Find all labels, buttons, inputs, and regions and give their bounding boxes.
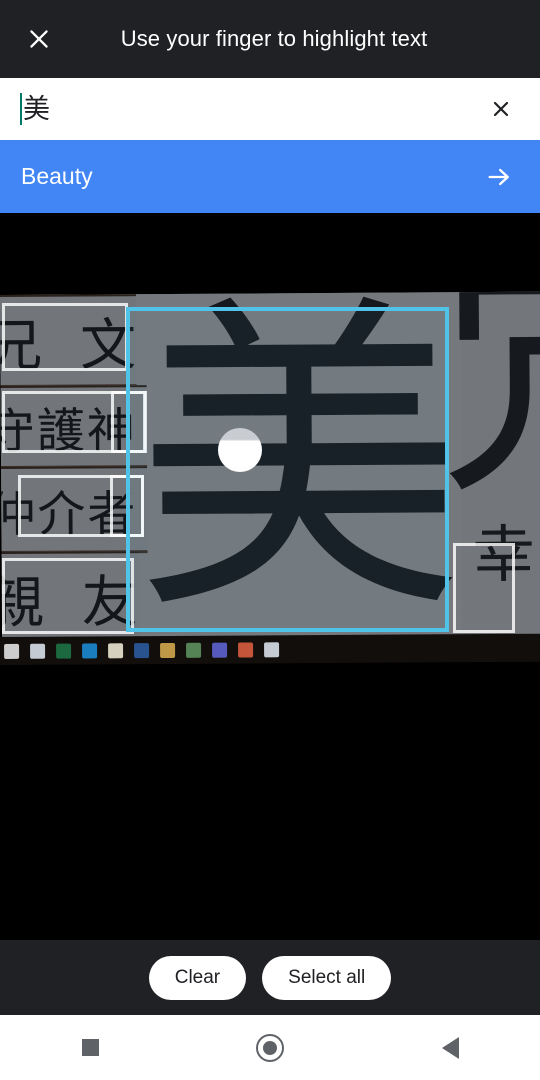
arrow-right-icon <box>488 168 509 185</box>
back-button[interactable] <box>360 1015 540 1080</box>
app-icon-onenote <box>186 642 202 658</box>
app-icon-1 <box>4 643 20 659</box>
source-text-row: 美 <box>0 78 540 140</box>
text-strip-2: 守護神 <box>0 385 148 470</box>
right-character: 冗 <box>438 291 540 529</box>
translation-result-bar[interactable]: Beauty <box>0 140 540 213</box>
touch-point-indicator <box>218 428 262 472</box>
source-text-value: 美 <box>23 93 50 125</box>
app-icon-11 <box>264 641 280 657</box>
clear-button[interactable]: Clear <box>148 955 247 1000</box>
app-icon-edge <box>82 642 98 658</box>
camera-viewport[interactable]: 美 冗 幸 兄 文 守護神 仲介者 親 友 <box>0 213 540 940</box>
circle-icon <box>256 1033 284 1062</box>
app-icon-excel <box>56 643 72 659</box>
text-strip-4: 親 友 <box>0 551 141 643</box>
clear-input-button[interactable] <box>470 78 532 140</box>
text-selection-box[interactable] <box>126 307 449 632</box>
triangle-left-icon <box>441 1036 459 1059</box>
text-caret <box>20 93 22 125</box>
square-icon <box>81 1039 99 1056</box>
translate-camera-screen: Use your finger to highlight text 美 Beau… <box>0 0 540 1080</box>
close-icon <box>493 101 509 117</box>
app-icon-5 <box>108 642 124 658</box>
recents-button[interactable] <box>0 1015 180 1080</box>
select-all-button[interactable]: Select all <box>262 955 392 1000</box>
close-button[interactable] <box>0 0 78 78</box>
translation-text: Beauty <box>21 163 93 189</box>
action-bar: Clear Select all <box>0 940 540 1015</box>
android-nav-bar <box>0 1015 540 1080</box>
home-button[interactable] <box>180 1015 360 1080</box>
app-icon-2 <box>30 643 46 659</box>
app-icon-explorer <box>160 642 176 658</box>
right-character-panel: 冗 幸 <box>439 291 540 643</box>
app-icon-word <box>134 642 150 658</box>
text-strip-1: 兄 文 <box>0 294 137 389</box>
app-icon-teams <box>212 642 228 658</box>
right-small-character: 幸 <box>472 517 535 592</box>
app-icon-chrome <box>238 641 254 658</box>
photographed-taskbar <box>0 633 540 665</box>
header-bar: Use your finger to highlight text <box>0 0 540 78</box>
source-text-input[interactable]: 美 <box>0 78 470 140</box>
page-title: Use your finger to highlight text <box>120 26 428 51</box>
open-translation-button[interactable] <box>468 140 530 213</box>
close-icon <box>30 30 48 48</box>
